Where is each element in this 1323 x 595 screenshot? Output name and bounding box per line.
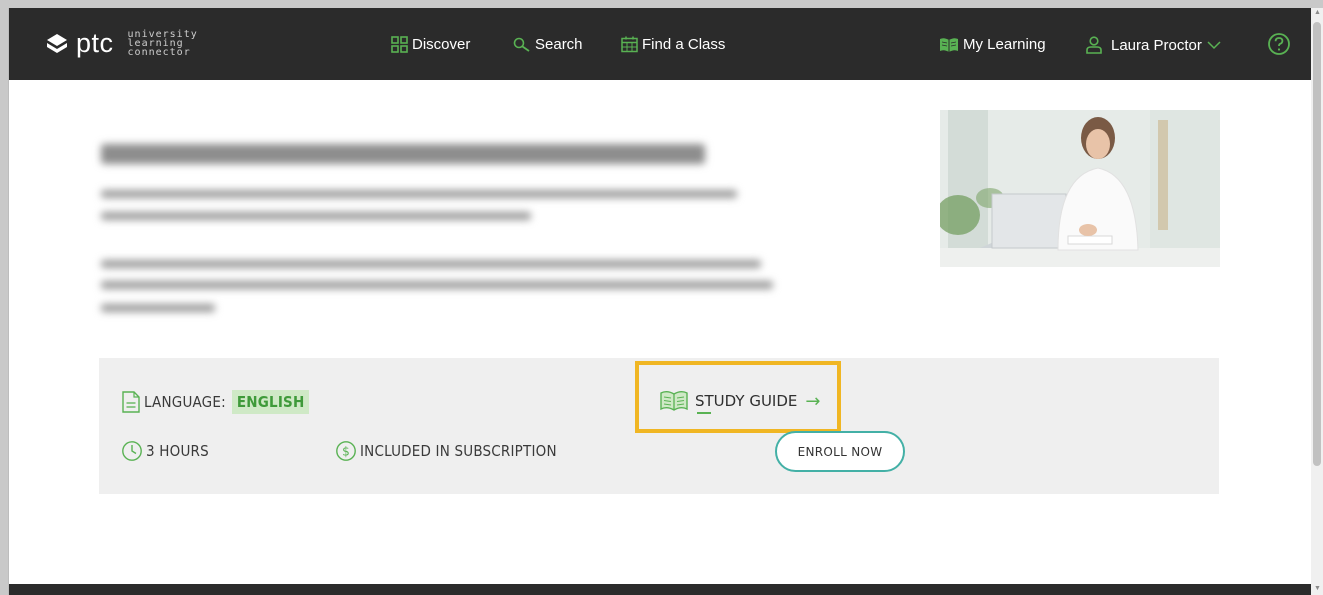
price-text: INCLUDED IN SUBSCRIPTION (360, 442, 557, 460)
scroll-down-arrow-icon[interactable]: ▼ (1314, 585, 1321, 592)
vertical-scrollbar[interactable]: ▲ ▼ (1311, 8, 1323, 595)
language-label: LANGUAGE: (144, 393, 226, 411)
nav-my-learning[interactable]: My Learning (939, 36, 1046, 53)
course-language: LANGUAGE: ENGLISH (121, 390, 310, 414)
svg-text:$: $ (342, 445, 350, 459)
top-navigation-bar: ptc university learning connector Discov… (9, 8, 1311, 80)
nav-my-learning-label: My Learning (963, 36, 1046, 53)
nav-discover-label: Discover (412, 36, 471, 53)
search-icon (513, 37, 530, 52)
study-guide-underline (697, 412, 711, 414)
grid-icon (391, 36, 408, 53)
study-guide-link[interactable]: STUDY GUIDE → (659, 390, 820, 412)
course-price: $ INCLUDED IN SUBSCRIPTION (335, 440, 557, 462)
office-photo (940, 110, 1220, 267)
course-description-blurred (97, 128, 777, 328)
language-value: ENGLISH (231, 390, 310, 414)
scroll-up-arrow-icon[interactable]: ▲ (1314, 9, 1321, 16)
nav-find-a-class[interactable]: Find a Class (621, 36, 725, 53)
user-name: Laura Proctor (1111, 36, 1202, 54)
nav-discover[interactable]: Discover (391, 36, 470, 53)
user-menu[interactable]: Laura Proctor (1085, 36, 1225, 54)
course-hero-image (940, 110, 1220, 267)
page-viewport: ptc university learning connector Discov… (8, 8, 1311, 595)
book-icon (940, 37, 958, 52)
duration-text: 3 HOURS (146, 442, 209, 460)
book-icon (660, 391, 688, 411)
user-icon (1086, 36, 1102, 54)
enroll-now-button[interactable]: ENROLL NOW (775, 431, 905, 472)
arrow-right-icon: → (805, 390, 821, 412)
logo-wordmark: ptc (76, 28, 114, 58)
nav-search[interactable]: Search (513, 36, 583, 53)
ptc-logo-icon (47, 33, 67, 53)
page-footer (9, 584, 1311, 595)
course-duration: 3 HOURS (121, 440, 209, 462)
study-guide-label: STUDY GUIDE (695, 392, 798, 410)
document-icon (122, 391, 140, 413)
clock-icon (122, 441, 142, 461)
ptc-logo[interactable]: ptc university learning connector (45, 28, 198, 59)
logo-tagline: university learning connector (127, 30, 198, 58)
calendar-icon (621, 36, 638, 53)
chevron-down-icon (1207, 41, 1221, 50)
logo-tag-line: connector (127, 47, 191, 58)
nav-search-label: Search (535, 36, 583, 53)
help-icon[interactable] (1267, 32, 1291, 56)
nav-find-a-class-label: Find a Class (642, 36, 726, 53)
scrollbar-thumb[interactable] (1313, 22, 1321, 466)
dollar-icon: $ (336, 441, 356, 461)
